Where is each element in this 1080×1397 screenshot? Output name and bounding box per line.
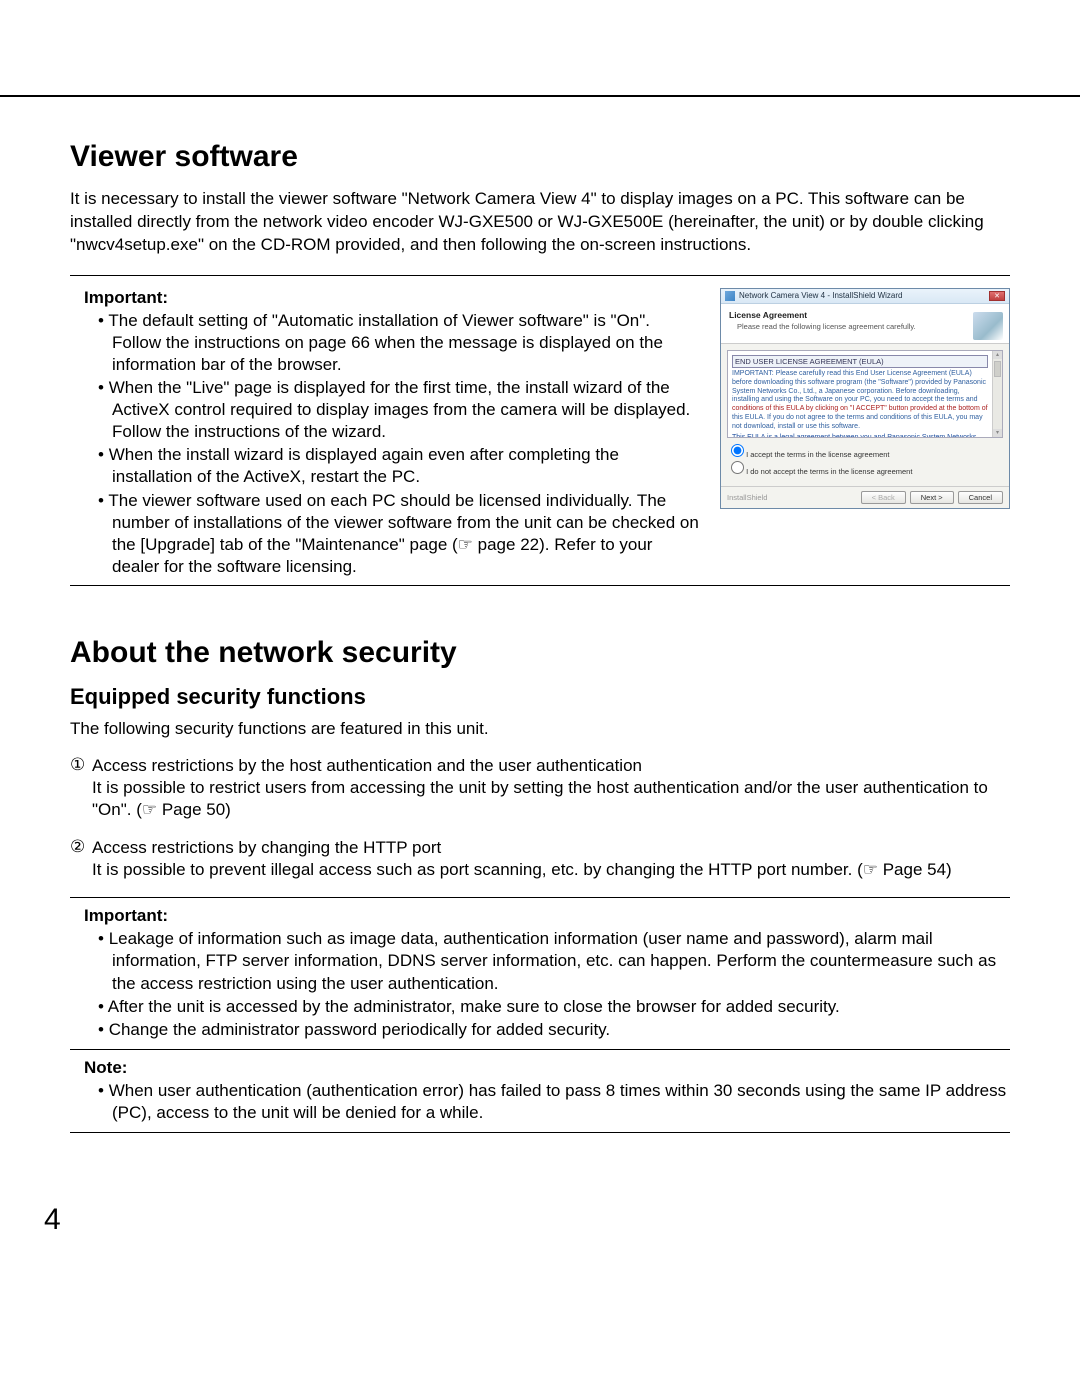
dialog-subheader: Please read the following license agreem… (737, 322, 1001, 331)
bullet: The default setting of "Automatic instal… (98, 310, 702, 376)
installshield-dialog: Network Camera View 4 - InstallShield Wi… (720, 288, 1010, 509)
bullet: When the install wizard is displayed aga… (98, 444, 702, 488)
note-list: When user authentication (authentication… (70, 1080, 1010, 1124)
note-label: Note: (84, 1058, 1010, 1078)
circled-number: ② (70, 837, 92, 881)
bullet: When user authentication (authentication… (98, 1080, 1010, 1124)
bullet: Change the administrator password period… (98, 1019, 1010, 1041)
eula-textbox[interactable]: END USER LICENSE AGREEMENT (EULA) IMPORT… (727, 350, 1003, 438)
important-label-1: Important: (84, 288, 702, 308)
section1-title: Viewer software (70, 140, 1010, 174)
dialog-title: Network Camera View 4 - InstallShield Wi… (739, 291, 985, 300)
radio-decline-input[interactable] (731, 461, 744, 474)
eula-title: END USER LICENSE AGREEMENT (EULA) (732, 355, 988, 368)
section2-subtitle: Equipped security functions (70, 684, 1010, 710)
dialog-art (973, 312, 1003, 340)
numbered-item-1: ① Access restrictions by the host authen… (70, 755, 1010, 821)
radio-accept-input[interactable] (731, 444, 744, 457)
scrollbar[interactable] (992, 351, 1002, 437)
bullet: When the "Live" page is displayed for th… (98, 377, 702, 443)
circled-number: ① (70, 755, 92, 821)
numbered-heading: Access restrictions by the host authenti… (92, 755, 1010, 777)
back-button[interactable]: < Back (861, 491, 906, 504)
section2-title: About the network security (70, 636, 1010, 670)
eula-text-highlight: conditions of this EULA by clicking on "… (732, 405, 988, 412)
eula-text: IMPORTANT: Please carefully read this En… (732, 370, 986, 403)
eula-footer-line: This EULA is a legal agreement between y… (732, 434, 988, 437)
page-number: 4 (44, 1203, 61, 1237)
important-label-2: Important: (84, 906, 1010, 926)
numbered-item-2: ② Access restrictions by changing the HT… (70, 837, 1010, 881)
dialog-titlebar[interactable]: Network Camera View 4 - InstallShield Wi… (721, 289, 1009, 304)
app-icon (725, 291, 735, 301)
scrollbar-thumb[interactable] (994, 361, 1001, 377)
radio-accept-label: I accept the terms in the license agreem… (746, 450, 889, 459)
section1-intro: It is necessary to install the viewer so… (70, 188, 1010, 257)
bullet: The viewer software used on each PC shou… (98, 490, 702, 578)
dialog-header: License Agreement (729, 310, 807, 320)
radio-decline-label: I do not accept the terms in the license… (746, 467, 912, 476)
important-list-1: The default setting of "Automatic instal… (70, 310, 702, 578)
next-button[interactable]: Next > (910, 491, 954, 504)
bullet: Leakage of information such as image dat… (98, 928, 1010, 994)
eula-text: this EULA. If you do not agree to the te… (732, 414, 983, 430)
brand-label: InstallShield (727, 493, 857, 502)
bullet: After the unit is accessed by the admini… (98, 996, 1010, 1018)
numbered-body: It is possible to prevent illegal access… (92, 860, 952, 879)
numbered-heading: Access restrictions by changing the HTTP… (92, 837, 952, 859)
section2-intro: The following security functions are fea… (70, 718, 1010, 741)
cancel-button[interactable]: Cancel (958, 491, 1003, 504)
close-icon[interactable]: ✕ (989, 291, 1005, 301)
radio-accept[interactable]: I accept the terms in the license agreem… (731, 444, 999, 459)
important-list-2: Leakage of information such as image dat… (70, 928, 1010, 1040)
numbered-body: It is possible to restrict users from ac… (92, 778, 988, 819)
radio-decline[interactable]: I do not accept the terms in the license… (731, 461, 999, 476)
